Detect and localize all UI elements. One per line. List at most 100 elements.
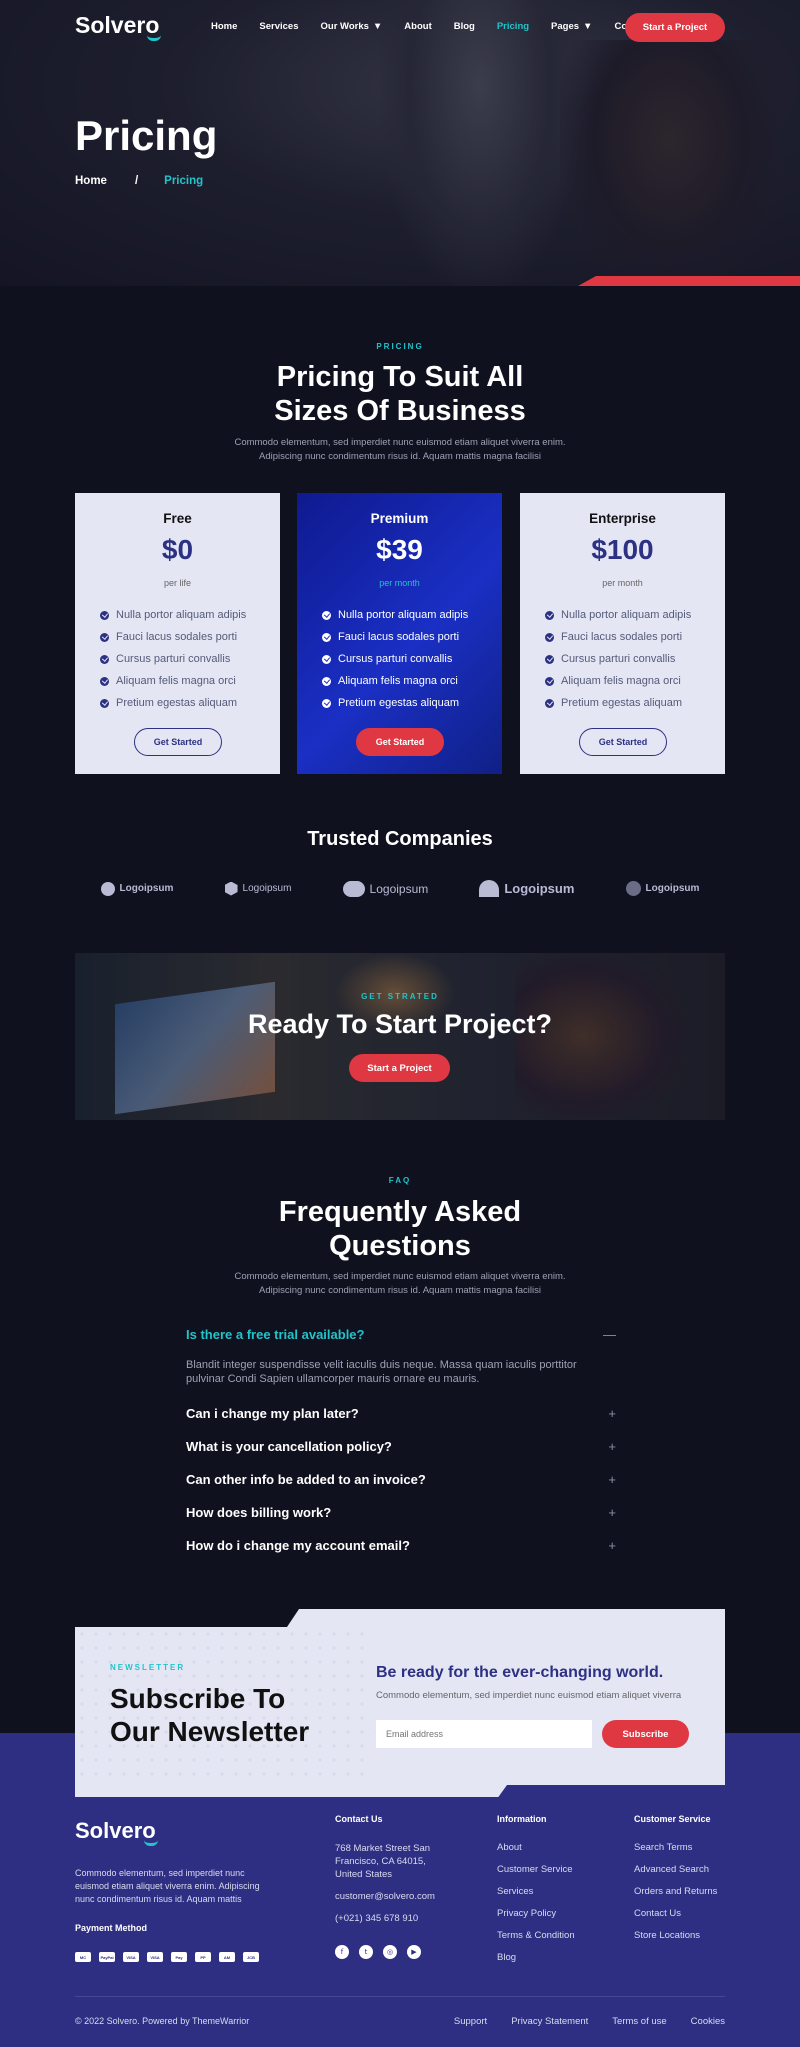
banner-start-project-button[interactable]: Start a Project [349, 1054, 450, 1082]
plan-period: per month [602, 578, 643, 588]
pricing-title: Pricing To Suit All Sizes Of Business [0, 360, 800, 428]
legal-link-terms[interactable]: Terms of use [612, 2016, 666, 2027]
footer-description: Commodo elementum, sed imperdiet nunc eu… [75, 1868, 260, 1904]
nav-about[interactable]: About [404, 21, 431, 32]
main-nav: Home Services Our Works ▼ About Blog Pric… [211, 21, 672, 32]
feature-text: Pretium egestas aliquam [561, 697, 683, 709]
nav-pages[interactable]: Pages ▼ [551, 21, 592, 32]
check-icon [322, 610, 331, 620]
faq-question[interactable]: Can other info be added to an invoice? + [186, 1463, 616, 1496]
nav-blog[interactable]: Blog [454, 21, 475, 32]
get-started-button[interactable]: Get Started [134, 728, 222, 756]
footer-link-services[interactable]: Services [497, 1886, 575, 1908]
feature-text: Aliquam felis magna orci [561, 675, 681, 687]
faq-question[interactable]: What is your cancellation policy? + [186, 1430, 616, 1463]
pricing-eyebrow: PRICING [376, 342, 424, 351]
nav-pricing[interactable]: Pricing [497, 21, 529, 32]
feature-text: Fauci lacus sodales porti [561, 631, 683, 643]
footer-customer-service: Customer Service Search Terms Advanced S… [634, 1814, 717, 1952]
faq-list: Is there a free trial available? — Blandi… [186, 1318, 616, 1562]
banner-eyebrow: GET STRATED [361, 992, 439, 1001]
feature-text: Aliquam felis magna orci [338, 675, 458, 687]
breadcrumb-home[interactable]: Home [75, 175, 107, 187]
nav-home[interactable]: Home [211, 21, 237, 32]
legal-link-support[interactable]: Support [454, 2016, 487, 2027]
faq-question[interactable]: Can i change my plan later? + [186, 1397, 616, 1430]
logo-text: Solver [75, 12, 146, 38]
logo-text: Logoipsum [242, 883, 292, 894]
feature-item: Fauci lacus sodales porti [322, 626, 468, 648]
twitter-icon[interactable]: t [359, 1945, 373, 1959]
subscribe-button[interactable]: Subscribe [602, 1720, 689, 1748]
check-icon [545, 632, 554, 642]
header-logo[interactable]: Solvero [75, 12, 159, 39]
feature-item: Fauci lacus sodales porti [100, 626, 246, 648]
check-icon [545, 654, 554, 664]
address-line: United States [335, 1869, 393, 1880]
feature-item: Aliquam felis magna orci [545, 670, 691, 692]
visa-icon: VISA [123, 1952, 139, 1962]
nav-services[interactable]: Services [259, 21, 298, 32]
faq-eyebrow: FAQ [388, 1176, 412, 1185]
newsletter-heading: Be ready for the ever-changing world. [376, 1664, 664, 1681]
newsletter-subtext: Commodo elementum, sed imperdiet nunc eu… [376, 1690, 682, 1701]
get-started-button[interactable]: Get Started [356, 728, 444, 756]
email-input[interactable] [376, 1720, 592, 1748]
faq-question[interactable]: How does billing work? + [186, 1496, 616, 1529]
apple-pay-icon: Pay [171, 1952, 187, 1962]
address-line: Francisco, CA 64015, [335, 1856, 426, 1867]
footer-logo[interactable]: Solvero [75, 1818, 156, 1844]
feature-item: Nulla portor aliquam adipis [322, 604, 468, 626]
nav-our-works-label: Our Works [320, 21, 369, 32]
plus-icon: + [608, 1472, 616, 1487]
plan-price: $0 [161, 534, 194, 565]
faq-question-text: What is your cancellation policy? [186, 1439, 392, 1454]
faq-question[interactable]: Is there a free trial available? — [186, 1318, 616, 1351]
footer-link-customer-service[interactable]: Customer Service [497, 1864, 575, 1886]
feature-item: Fauci lacus sodales porti [545, 626, 691, 648]
start-project-button[interactable]: Start a Project [625, 13, 725, 42]
plan-period: per month [379, 578, 420, 588]
footer-link-contact-us[interactable]: Contact Us [634, 1908, 717, 1930]
logo-text-accent: o [142, 1818, 156, 1843]
footer-phone[interactable]: (+021) 345 678 910 [335, 1913, 435, 1935]
pricing-subtitle-line2: Adipiscing nunc condimentum risus id. Aq… [259, 451, 541, 462]
footer-link-blog[interactable]: Blog [497, 1952, 575, 1974]
jcb-icon: JCB [243, 1952, 259, 1962]
check-icon [100, 632, 109, 642]
footer-link-about[interactable]: About [497, 1842, 575, 1864]
cta-banner: GET STRATED Ready To Start Project? Star… [75, 953, 725, 1120]
plus-icon: + [608, 1538, 616, 1553]
faq-question-text: Can other info be added to an invoice? [186, 1472, 426, 1487]
footer-link-terms[interactable]: Terms & Condition [497, 1930, 575, 1952]
footer-link-orders-returns[interactable]: Orders and Returns [634, 1886, 717, 1908]
feature-text: Nulla portor aliquam adipis [116, 609, 247, 621]
footer-link-store-locations[interactable]: Store Locations [634, 1930, 717, 1952]
pricing-title-line2: Sizes Of Business [274, 395, 526, 427]
legal-link-privacy[interactable]: Privacy Statement [511, 2016, 588, 2027]
company-logos: Logoipsum Logoipsum Logoipsum Logoipsum … [75, 880, 725, 897]
faq-question-text: Is there a free trial available? [186, 1327, 365, 1342]
social-links: f t ◎ ▶ [335, 1945, 421, 1959]
footer-email[interactable]: customer@solvero.com [335, 1891, 435, 1913]
footer-link-privacy[interactable]: Privacy Policy [497, 1908, 575, 1930]
instagram-icon[interactable]: ◎ [383, 1945, 397, 1959]
faq-subtitle: Commodo elementum, sed imperdiet nunc eu… [0, 1270, 800, 1298]
trusted-title: Trusted Companies [307, 828, 493, 850]
nav-our-works[interactable]: Our Works ▼ [321, 21, 383, 32]
legal-link-cookies[interactable]: Cookies [691, 2016, 725, 2027]
check-icon [322, 654, 331, 664]
company-logo: Logoipsum [224, 881, 292, 896]
get-started-button[interactable]: Get Started [579, 728, 667, 756]
youtube-icon[interactable]: ▶ [407, 1945, 421, 1959]
faq-subtitle-line1: Commodo elementum, sed imperdiet nunc eu… [234, 1271, 566, 1282]
feature-item: Cursus parturi convallis [322, 648, 468, 670]
logo-mark-icon [100, 881, 115, 896]
company-logo: Logoipsum [625, 881, 699, 896]
footer-link-search-terms[interactable]: Search Terms [634, 1842, 717, 1864]
faq-question[interactable]: How do i change my account email? + [186, 1529, 616, 1562]
footer-divider [75, 1996, 725, 1997]
chevron-down-icon: ▼ [583, 21, 593, 32]
footer-link-advanced-search[interactable]: Advanced Search [634, 1864, 717, 1886]
facebook-icon[interactable]: f [335, 1945, 349, 1959]
